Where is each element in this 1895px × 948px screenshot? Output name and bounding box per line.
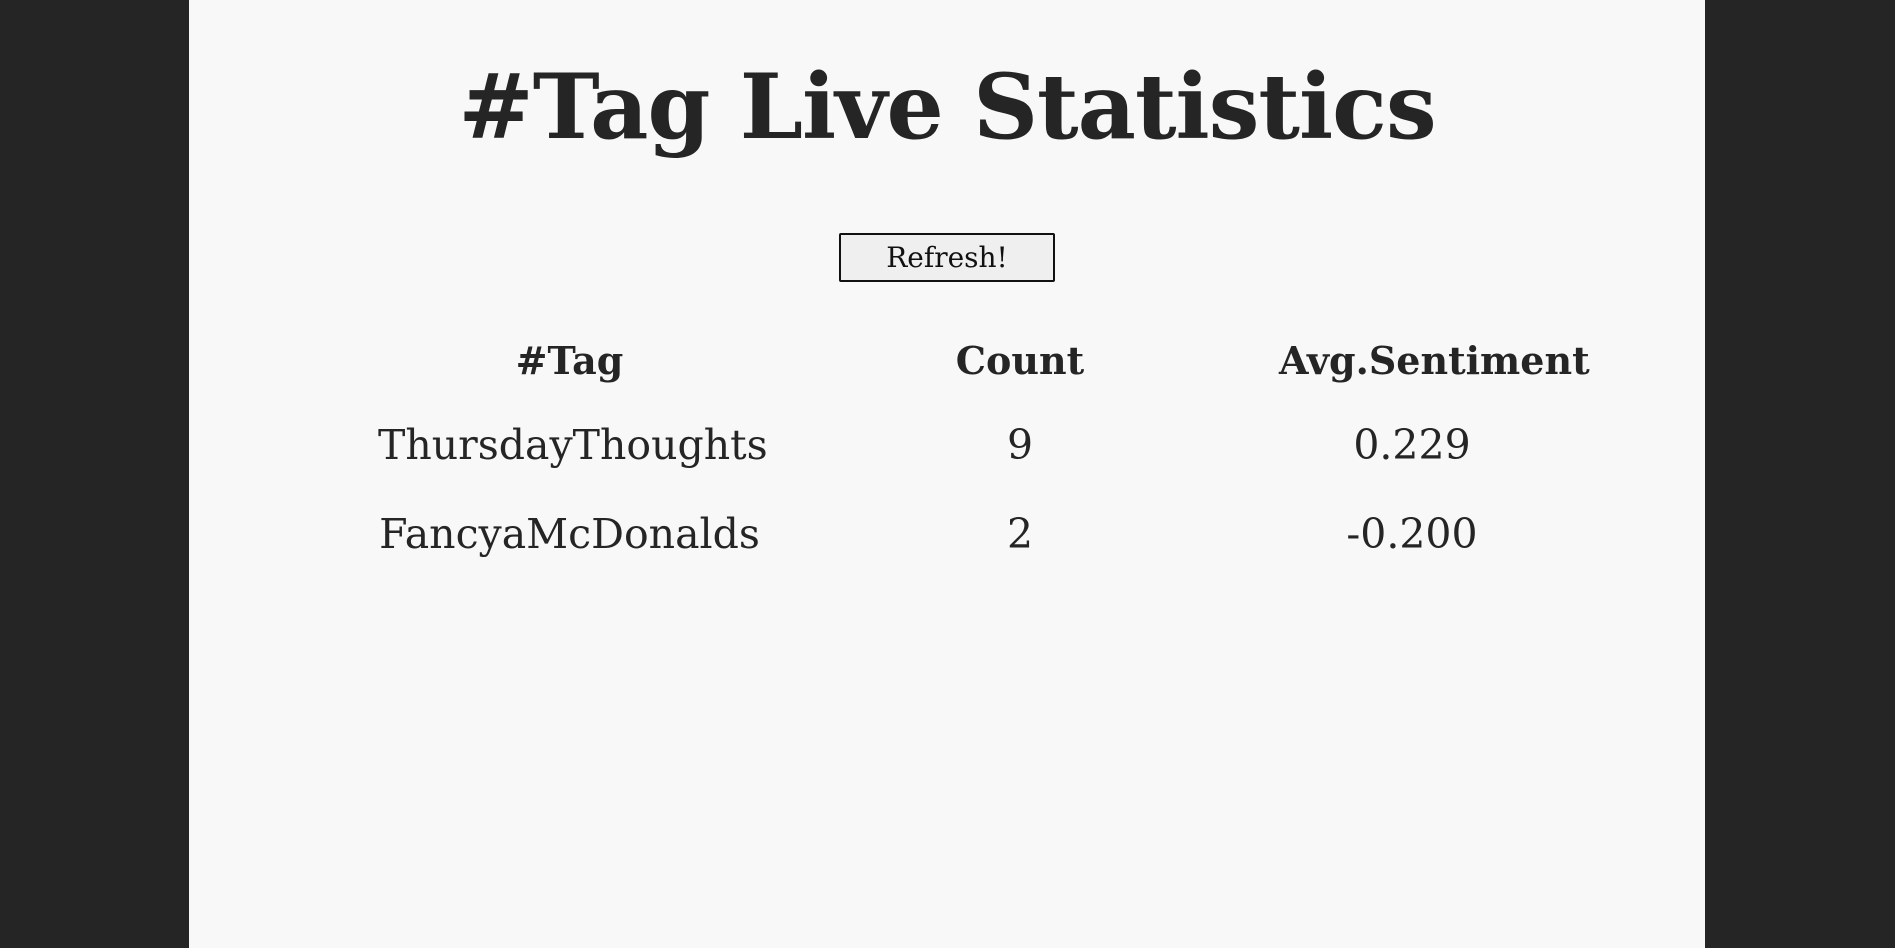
sentiment-cell: 0.229 <box>1353 420 1471 469</box>
refresh-button[interactable]: Refresh! <box>839 233 1055 282</box>
statistics-table: #Tag Count Avg.Sentiment ThursdayThought… <box>378 320 1590 578</box>
header-tag: #Tag <box>515 337 624 383</box>
table-header-row: #Tag Count Avg.Sentiment <box>378 320 1590 400</box>
count-cell: 2 <box>1006 509 1034 558</box>
table-row: ThursdayThoughts 9 0.229 <box>378 400 1545 489</box>
sentiment-cell: -0.200 <box>1346 509 1478 558</box>
count-cell: 9 <box>1006 420 1034 469</box>
content-panel: #Tag Live Statistics Refresh! #Tag Count… <box>189 0 1705 948</box>
header-count: Count <box>955 337 1085 383</box>
tag-cell: FancyaMcDonalds <box>379 509 760 558</box>
tag-cell: ThursdayThoughts <box>378 420 768 469</box>
header-avg-sentiment: Avg.Sentiment <box>1279 337 1590 383</box>
page-title: #Tag Live Statistics <box>458 54 1436 160</box>
table-row: FancyaMcDonalds 2 -0.200 <box>378 489 1545 578</box>
